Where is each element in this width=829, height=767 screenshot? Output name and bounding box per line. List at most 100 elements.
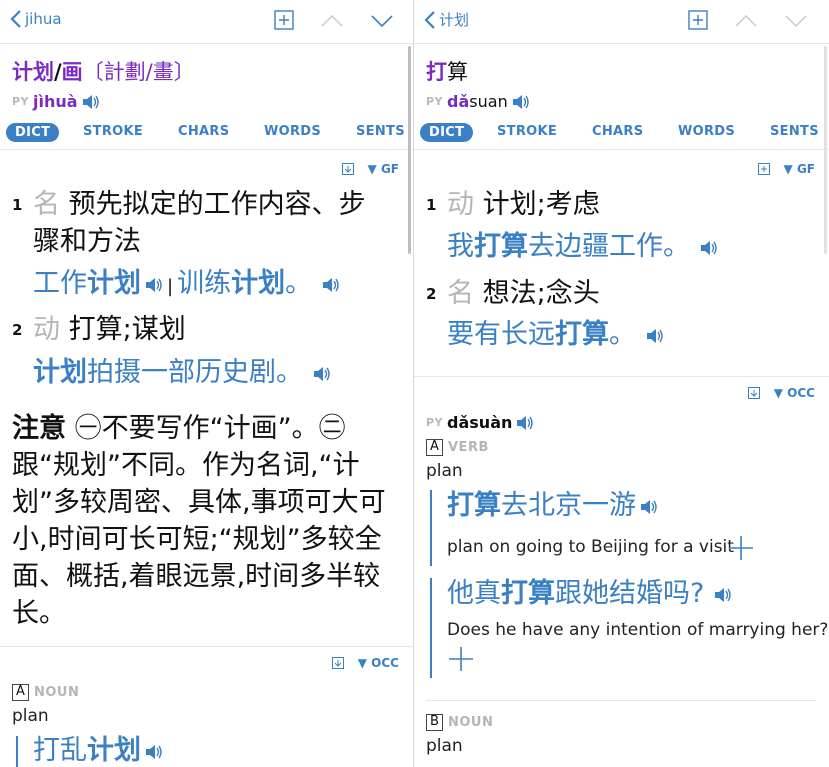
source-label: GF: [796, 162, 815, 176]
sense-number: 2: [426, 285, 437, 303]
english-gloss: plan: [426, 736, 463, 756]
example-sentence[interactable]: 要有长远打算。: [447, 316, 664, 353]
example-keyword: 计划: [87, 268, 141, 299]
tab-dict[interactable]: DICT: [420, 123, 474, 142]
example-sentence[interactable]: 计划拍摄一部历史剧。: [33, 354, 331, 391]
example-sentence[interactable]: 工作计划 | 训练计划。: [33, 265, 340, 305]
example-keyword: 计划: [87, 735, 141, 766]
sense-letter: A: [12, 684, 29, 701]
chevron-down-icon[interactable]: [370, 13, 394, 32]
example-text: 去边疆工作。: [528, 231, 690, 262]
example-keyword: 打算: [474, 231, 528, 262]
tab-stroke[interactable]: STROKE: [83, 124, 143, 139]
sense-definition-cont: 骤和方法: [33, 226, 141, 257]
definition-line: 打算;谋划: [68, 314, 186, 345]
scrollbar[interactable]: [824, 46, 827, 254]
tab-sents[interactable]: SENTS: [356, 124, 405, 139]
add-icon[interactable]: [448, 646, 474, 672]
add-icon[interactable]: [728, 535, 754, 561]
part-of-speech: 名: [33, 189, 60, 220]
speaker-icon[interactable]: [714, 587, 732, 603]
tab-dict[interactable]: DICT: [6, 123, 60, 142]
nav-icons: [248, 10, 394, 34]
note-text: ㊀不要写作“计画”。㊁跟“规划”不同。作为名词,“计划”多较周密、具体,事项可大…: [12, 413, 386, 629]
chevron-up-icon[interactable]: [320, 13, 344, 32]
pinyin-highlight: dǎ: [447, 92, 470, 111]
collapse-icon[interactable]: [747, 387, 760, 399]
definition-line: 想法;念头: [482, 278, 600, 309]
sense-letter: B: [426, 714, 443, 731]
tab-words[interactable]: WORDS: [264, 124, 321, 139]
tab-words[interactable]: WORDS: [678, 124, 735, 139]
example-sentence[interactable]: 打乱计划: [33, 732, 163, 767]
chevron-up-icon[interactable]: [734, 13, 758, 32]
part-of-speech: 动: [33, 314, 60, 345]
chevron-left-icon: [10, 10, 21, 28]
example-text: 我: [447, 231, 474, 262]
definition-line: 计划;考虑: [482, 189, 600, 220]
example-bar: [16, 736, 18, 767]
chevron-down-icon[interactable]: [784, 13, 808, 32]
scrollbar[interactable]: [408, 46, 411, 254]
left-tab-bar: DICT STROKE CHARS WORDS SENTS: [0, 120, 413, 150]
tab-chars[interactable]: CHARS: [178, 124, 229, 139]
headword: 打算: [426, 56, 468, 86]
pos-label: NOUN: [448, 715, 494, 730]
speaker-icon[interactable]: [646, 328, 664, 344]
pinyin-tag: PY: [426, 416, 444, 429]
example-bar: [430, 490, 432, 566]
headword-rest: 算: [447, 60, 468, 84]
tab-stroke[interactable]: STROKE: [497, 124, 557, 139]
source-toggle[interactable]: ▼ GF: [784, 162, 815, 176]
example-sentence[interactable]: 他真打算跟她结婚吗?: [447, 575, 732, 612]
speaker-icon[interactable]: [516, 415, 534, 431]
source-toggle[interactable]: ▼ GF: [368, 162, 399, 176]
collapse-icon[interactable]: [341, 163, 354, 175]
pinyin-tag: PY: [12, 95, 30, 108]
speaker-icon[interactable]: [512, 94, 530, 110]
expand-icon[interactable]: [757, 163, 770, 175]
tab-chars[interactable]: CHARS: [592, 124, 643, 139]
example-text: 。: [285, 268, 313, 299]
occ-source-row: ▼ OCC: [747, 386, 815, 400]
speaker-icon[interactable]: [322, 277, 340, 293]
source-label: OCC: [787, 386, 815, 400]
english-gloss: plan: [12, 706, 49, 726]
add-bookmark-icon[interactable]: [688, 10, 708, 34]
headword-separator: /: [54, 60, 62, 84]
example-text: 训练: [177, 268, 232, 299]
tab-sents[interactable]: SENTS: [770, 124, 819, 139]
back-button[interactable]: jihua: [10, 9, 62, 29]
pos-heading: B NOUN: [426, 714, 493, 731]
example-keyword: 计划: [231, 268, 286, 299]
english-gloss: plan: [426, 461, 463, 481]
nav-icons: [662, 10, 808, 34]
pos-label: VERB: [448, 440, 489, 455]
pinyin-text: dǎsuàn: [447, 413, 513, 432]
speaker-icon[interactable]: [313, 366, 331, 382]
left-pane: jihua 计划/画〔計劃/畫〕 PY jìhuà DICT STROKE CH…: [0, 0, 413, 767]
speaker-icon[interactable]: [700, 240, 718, 256]
example-keyword: 打算: [501, 578, 555, 609]
source-toggle[interactable]: ▼ OCC: [358, 656, 399, 670]
speaker-icon[interactable]: [145, 744, 163, 760]
sense-definition: 名 想法;念头: [447, 275, 600, 312]
definition-line: 预先拟定的工作内容、步: [68, 189, 366, 220]
example-sentence[interactable]: 打算去北京一游: [447, 487, 658, 524]
source-toggle[interactable]: ▼ OCC: [774, 386, 815, 400]
collapse-icon[interactable]: [331, 657, 344, 669]
back-button[interactable]: 计划: [424, 9, 469, 30]
example-separator: |: [167, 276, 174, 297]
example-sentence[interactable]: 我打算去边疆工作。: [447, 228, 718, 265]
pinyin-row: PY jìhuà: [12, 92, 100, 111]
example-text: 他真: [447, 578, 501, 609]
speaker-icon[interactable]: [82, 94, 100, 110]
speaker-icon[interactable]: [640, 499, 658, 515]
sense-number: 2: [12, 321, 23, 339]
example-keyword: 打算: [447, 490, 501, 521]
example-text: 工作: [33, 268, 87, 299]
add-bookmark-icon[interactable]: [274, 10, 294, 34]
speaker-icon[interactable]: [145, 277, 163, 293]
sense-definition: 名 预先拟定的工作内容、步: [33, 186, 366, 223]
occ-pinyin-row: PY dǎsuàn: [426, 413, 534, 432]
